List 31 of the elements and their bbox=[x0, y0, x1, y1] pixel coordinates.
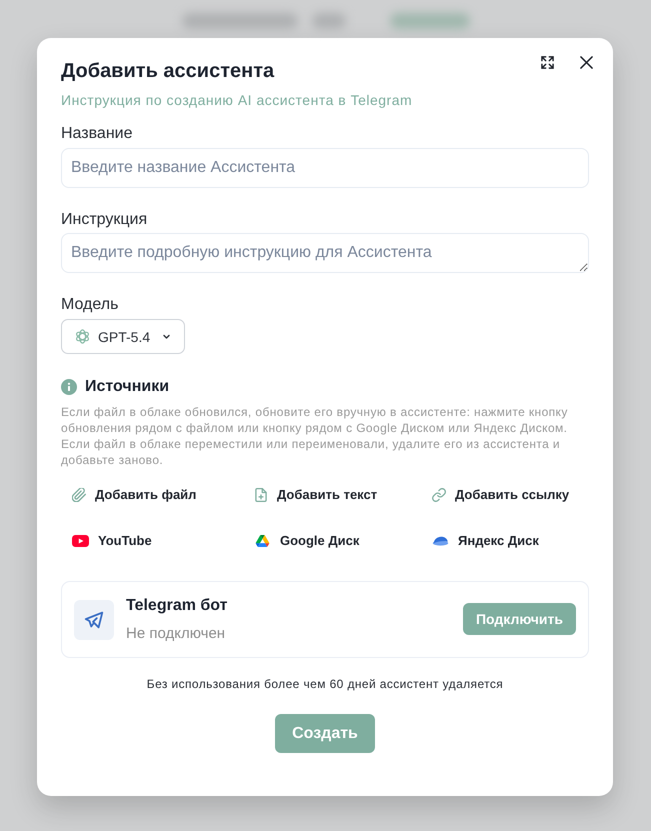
paper-plane-icon bbox=[74, 600, 114, 640]
field-label: Инструкция bbox=[61, 210, 148, 230]
add-source-button[interactable]: Добавить ссылку bbox=[421, 480, 580, 510]
drive-triangle-icon bbox=[254, 535, 271, 547]
paperclip-icon bbox=[72, 488, 86, 502]
add-source-button[interactable]: Добавить текст bbox=[243, 480, 388, 510]
model-select[interactable]: GPT-5.4 bbox=[61, 319, 186, 354]
name-input[interactable]: Введите название Ассистента bbox=[61, 148, 589, 188]
section-title: Источники bbox=[85, 377, 170, 397]
instruction-textarea[interactable]: Введите подробную инструкцию для Ассистента bbox=[61, 233, 589, 273]
add-source-button[interactable]: Яндекс Диск bbox=[421, 526, 550, 556]
caret-icon bbox=[162, 332, 172, 341]
link-icon bbox=[432, 488, 446, 502]
add-source-button[interactable]: Добавить файл bbox=[61, 480, 208, 510]
model-value: GPT-5.4 bbox=[98, 328, 150, 344]
model-logo-icon bbox=[75, 329, 90, 344]
field-label: Название bbox=[61, 124, 132, 144]
dialog-title: Добавить ассистента bbox=[61, 59, 274, 83]
info-icon bbox=[61, 379, 77, 395]
deletion-notice: Без использования более чем 60 дней ассистент удаляется bbox=[146, 676, 504, 692]
section-description: Если файл в облаке обновился, обновите его вручную в ассистенте: нажмите кнопку обновления рядом с файлом или кнопку рядом с Google Диском или Яндекс Диском. Если файл в облаке переместили или переименовали, удалите его из ассистента и добавьте заново. bbox=[61, 404, 569, 468]
field-label: Модель bbox=[61, 295, 118, 315]
video-play-icon bbox=[72, 535, 89, 547]
connection-status: Не подключен bbox=[126, 625, 226, 643]
add-source-button[interactable]: Google Диск bbox=[243, 526, 370, 556]
expand-icon[interactable] bbox=[541, 56, 554, 69]
telegram-title: Telegram бот bbox=[126, 596, 228, 616]
close-icon[interactable] bbox=[580, 56, 593, 69]
file-plus-icon bbox=[254, 488, 268, 502]
add-source-button[interactable]: YouTube bbox=[61, 526, 163, 556]
cloud-disk-icon bbox=[432, 535, 449, 547]
